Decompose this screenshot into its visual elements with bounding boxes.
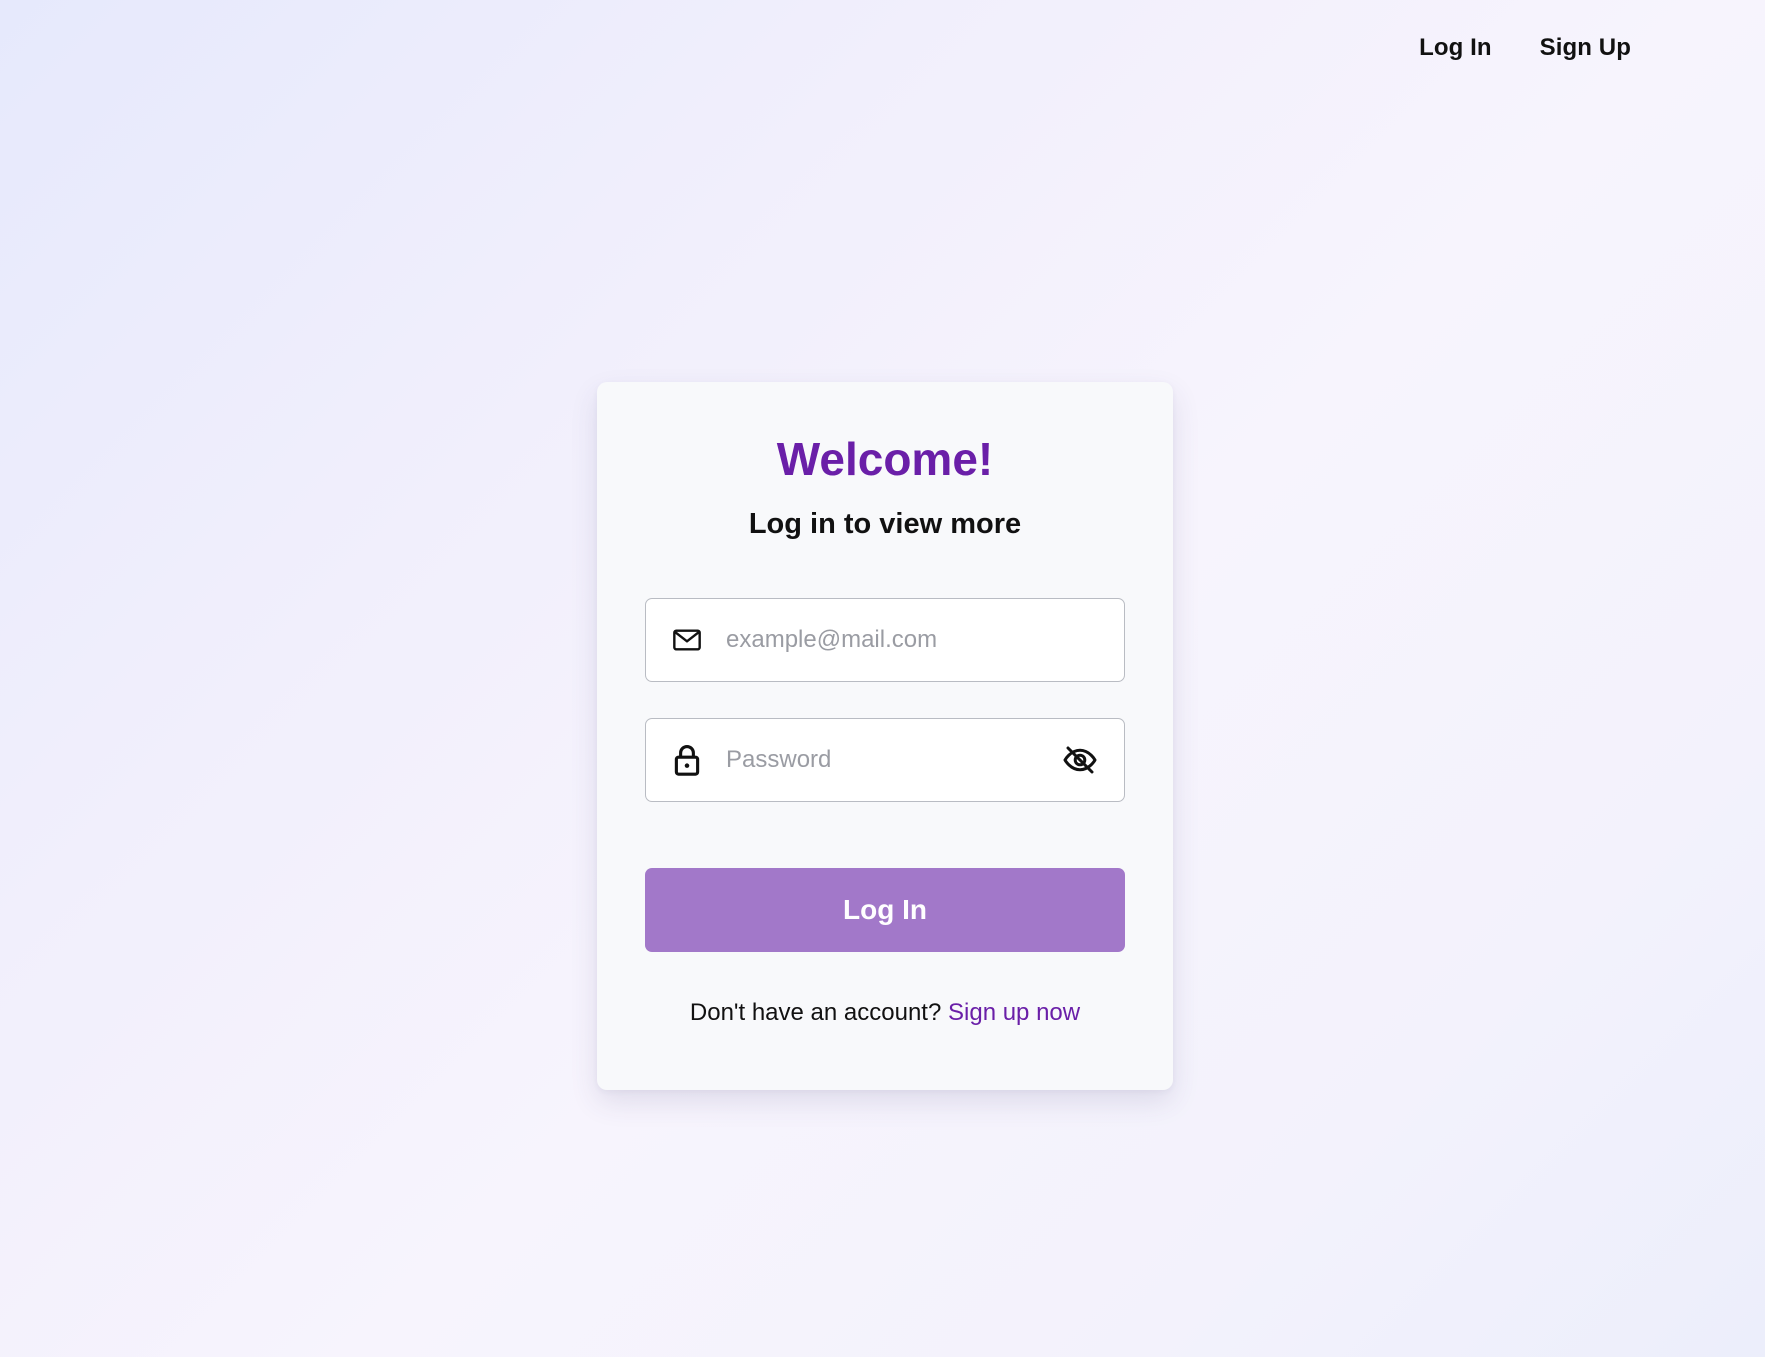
signup-link[interactable]: Sign up now: [948, 999, 1080, 1026]
page-subtitle: Log in to view more: [748, 508, 1022, 540]
email-input[interactable]: [724, 598, 1124, 682]
password-input[interactable]: [724, 718, 1060, 802]
eye-off-icon[interactable]: [1060, 740, 1100, 780]
password-field[interactable]: [645, 718, 1125, 802]
login-button[interactable]: Log In: [645, 868, 1125, 952]
signup-prompt-text: Don't have an account?: [689, 999, 942, 1026]
signup-prompt: Don't have an account? Sign up now: [597, 999, 1173, 1027]
page-title: Welcome!: [776, 433, 994, 485]
top-nav: Log In Sign Up: [1419, 34, 1631, 62]
mail-icon: [670, 623, 704, 657]
nav-signup-link[interactable]: Sign Up: [1540, 34, 1631, 62]
email-field[interactable]: [645, 598, 1125, 682]
login-card: Welcome! Log in to view more example@mai…: [597, 382, 1173, 1090]
lock-icon: [670, 743, 704, 777]
nav-login-link[interactable]: Log In: [1419, 34, 1492, 62]
